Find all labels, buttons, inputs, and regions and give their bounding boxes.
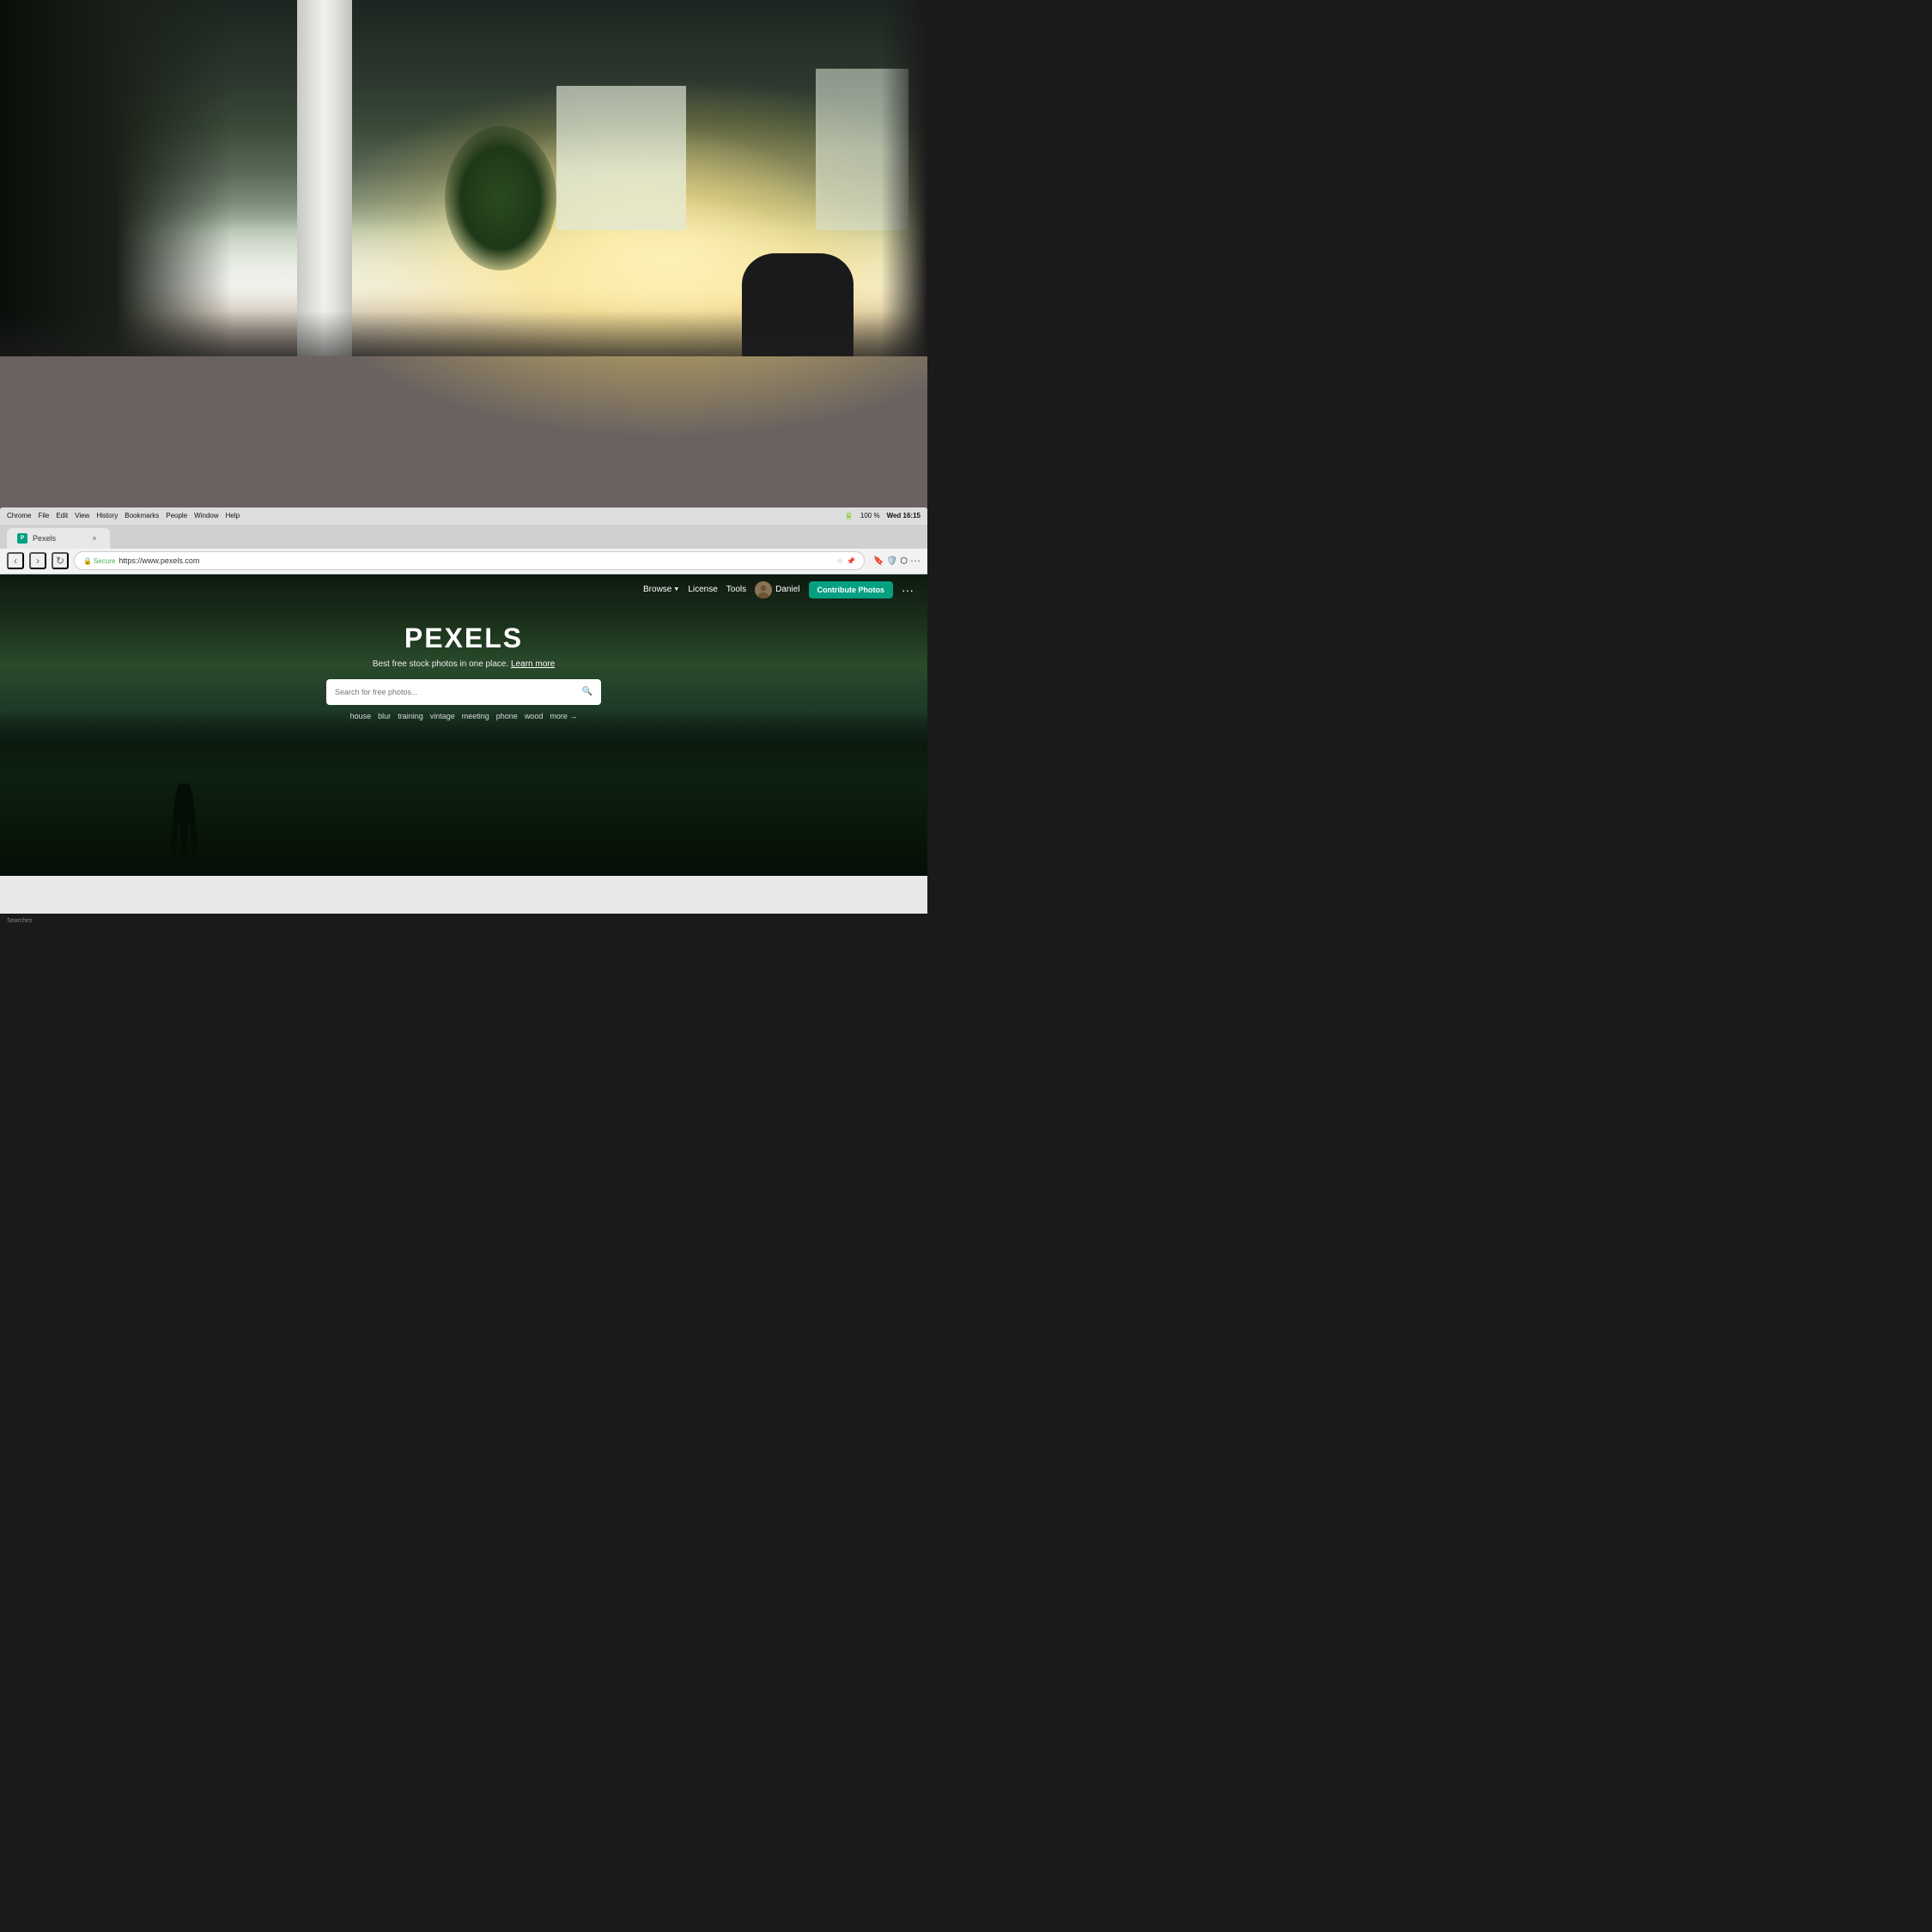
browse-chevron-icon: ▼ (673, 586, 679, 592)
status-text: Searches (7, 918, 33, 924)
menu-view-label[interactable]: View (75, 512, 89, 519)
tag-phone[interactable]: phone (496, 712, 518, 720)
secure-label: Secure (94, 557, 115, 565)
user-name: Daniel (775, 585, 799, 594)
bg-pillar (297, 0, 353, 356)
battery-icon: 🔋 (845, 512, 854, 519)
contribute-photos-button[interactable]: Contribute Photos (809, 581, 894, 598)
bg-window-1 (556, 86, 686, 229)
extension-icon-2[interactable]: 🛡️ (887, 556, 897, 566)
website-content: Browse ▼ License Tools Dani (0, 574, 927, 876)
toolbar-extensions: 🔖 🛡️ ⬡ ⋯ (873, 555, 920, 567)
tab-close-button[interactable]: × (89, 533, 100, 544)
menu-window-label[interactable]: Window (194, 512, 218, 519)
menu-bookmarks-label[interactable]: Bookmarks (125, 512, 159, 519)
browser-toolbar: ‹ › ↻ 🔒 Secure https://www.pexels.com ☆ … (0, 549, 927, 574)
secure-badge: 🔒 Secure (83, 557, 115, 565)
tab-title: Pexels (33, 534, 56, 543)
tab-favicon: P (17, 533, 27, 544)
pexels-logo: PEXELS (404, 623, 523, 654)
extension-icon-3[interactable]: ⬡ (900, 556, 908, 566)
macos-menubar: Chrome ‹ File Edit View History Bookmark… (0, 507, 927, 525)
tag-meeting[interactable]: meeting (462, 712, 489, 720)
clock: Wed 16:15 (887, 512, 920, 519)
tag-vintage[interactable]: vintage (430, 712, 455, 720)
tag-wood[interactable]: wood (525, 712, 544, 720)
tag-house[interactable]: house (350, 712, 372, 720)
pin-icon[interactable]: 📌 (847, 557, 855, 565)
pexels-nav: Browse ▼ License Tools Dani (0, 574, 927, 605)
lock-icon: 🔒 (83, 557, 92, 565)
pexels-hero-content: PEXELS Best free stock photos in one pla… (0, 623, 927, 720)
user-avatar (755, 581, 772, 598)
nav-license[interactable]: License (688, 585, 717, 594)
bg-floor-dark (0, 311, 927, 357)
office-background (0, 0, 927, 575)
pexels-hero: Browse ▼ License Tools Dani (0, 574, 927, 876)
menu-edit-label[interactable]: Edit (56, 512, 68, 519)
nav-more-button[interactable]: ··· (902, 583, 914, 597)
bg-foliage (445, 126, 556, 270)
nav-browse[interactable]: Browse ▼ (643, 585, 679, 594)
menu-history-label[interactable]: History (96, 512, 118, 519)
search-bar[interactable]: 🔍 (326, 679, 601, 705)
menu-people-label[interactable]: People (166, 512, 187, 519)
person-body (167, 783, 201, 860)
nav-tools[interactable]: Tools (726, 585, 746, 594)
search-tags: house blur training vintage meeting phon… (350, 712, 578, 720)
pexels-nav-right: Browse ▼ License Tools Dani (643, 581, 914, 598)
app-name: Chrome (7, 512, 31, 519)
menu-help-label[interactable]: Help (226, 512, 240, 519)
extension-icon-1[interactable]: 🔖 (873, 556, 884, 566)
tag-more[interactable]: more → (550, 712, 577, 720)
star-icon[interactable]: ☆ (836, 556, 843, 566)
human-silhouette (167, 783, 201, 860)
url-display[interactable]: https://www.pexels.com (118, 556, 199, 565)
pexels-tagline: Best free stock photos in one place. Lea… (373, 659, 555, 669)
nav-user[interactable]: Daniel (755, 581, 799, 598)
tag-blur[interactable]: blur (378, 712, 391, 720)
learn-more-link[interactable]: Learn more (511, 659, 555, 669)
tab-bar: P Pexels × (0, 525, 927, 549)
address-bar[interactable]: 🔒 Secure https://www.pexels.com ☆ 📌 (74, 551, 865, 570)
bg-dark-right (881, 0, 927, 356)
address-bar-icons: ☆ 📌 (836, 556, 855, 566)
bottom-bar: Searches (0, 914, 927, 927)
browser-tab-pexels[interactable]: P Pexels × (7, 528, 110, 549)
menu-file-label[interactable]: File (38, 512, 49, 519)
macos-status-right: 🔋 100 % Wed 16:15 (845, 512, 920, 519)
search-input[interactable] (335, 688, 577, 696)
more-extensions-button[interactable]: ⋯ (910, 555, 920, 567)
bg-dark-left (0, 0, 232, 356)
back-button[interactable]: ‹ (7, 552, 24, 569)
forward-button[interactable]: › (29, 552, 46, 569)
reload-button[interactable]: ↻ (52, 552, 69, 569)
search-icon: 🔍 (582, 687, 592, 696)
avatar-image (755, 581, 772, 598)
tag-training[interactable]: training (398, 712, 423, 720)
battery-level: 100 % (860, 512, 880, 519)
tree-silhouette (0, 710, 927, 876)
